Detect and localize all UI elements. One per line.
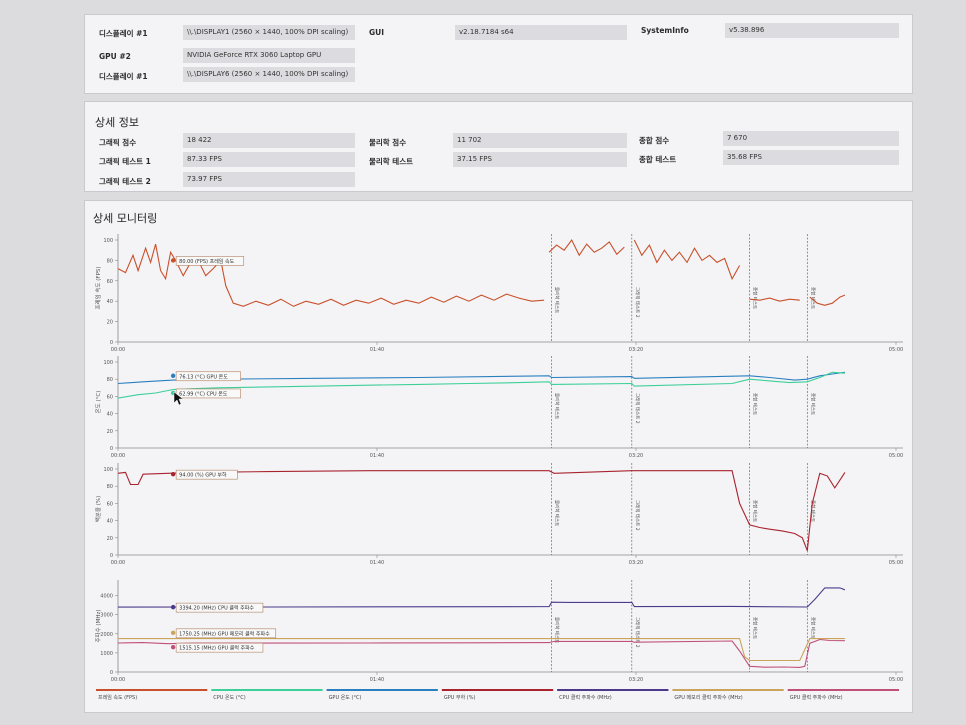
details-panel: 상세 정보 그래픽 점수 18 422 그래픽 테스트 1 87.33 FPS … [84,101,913,192]
graphics-score-label: 그래픽 점수 [99,138,137,147]
gui-label: GUI [369,28,385,37]
details-title: 상세 정보 [95,116,139,129]
physics-score-label: 물리학 점수 [369,138,407,147]
graphics-test2-label: 그래픽 테스트 2 [99,177,151,186]
physics-score-value: 11 702 [453,133,627,148]
graphics-test2-value: 73.97 FPS [183,172,355,187]
monitoring-panel: 상세 모니터링 [84,200,913,713]
system-info-panel: 디스플레이 #1 \\.\DISPLAY1 (2560 × 1440, 100%… [84,14,913,94]
physics-test-value: 37.15 FPS [453,152,627,167]
graphics-test1-label: 그래픽 테스트 1 [99,157,151,166]
physics-test-label: 물리학 테스트 [369,157,414,166]
graphics-score-value: 18 422 [183,133,355,148]
sysinfo-label-2: GPU #2 [99,52,131,61]
sysinfo-value-2: NVIDIA GeForce RTX 3060 Laptop GPU [183,48,355,63]
systeminfo-label: SystemInfo [641,26,689,35]
combined-test-value: 35.68 FPS [723,150,899,165]
monitoring-title: 상세 모니터링 [93,212,158,225]
sysinfo-value-1: \\.\DISPLAY1 (2560 × 1440, 100% DPI scal… [183,25,355,40]
combined-score-label: 종합 점수 [639,136,670,145]
sysinfo-label-1: 디스플레이 #1 [99,29,148,38]
systeminfo-value: v5.38.896 [725,23,899,38]
gui-value: v2.18.7184 s64 [455,25,627,40]
combined-test-label: 종합 테스트 [639,155,677,164]
sysinfo-label-3: 디스플레이 #1 [99,72,148,81]
combined-score-value: 7 670 [723,131,899,146]
graphics-test1-value: 87.33 FPS [183,152,355,167]
sysinfo-value-3: \\.\DISPLAY6 (2560 × 1440, 100% DPI scal… [183,67,355,82]
